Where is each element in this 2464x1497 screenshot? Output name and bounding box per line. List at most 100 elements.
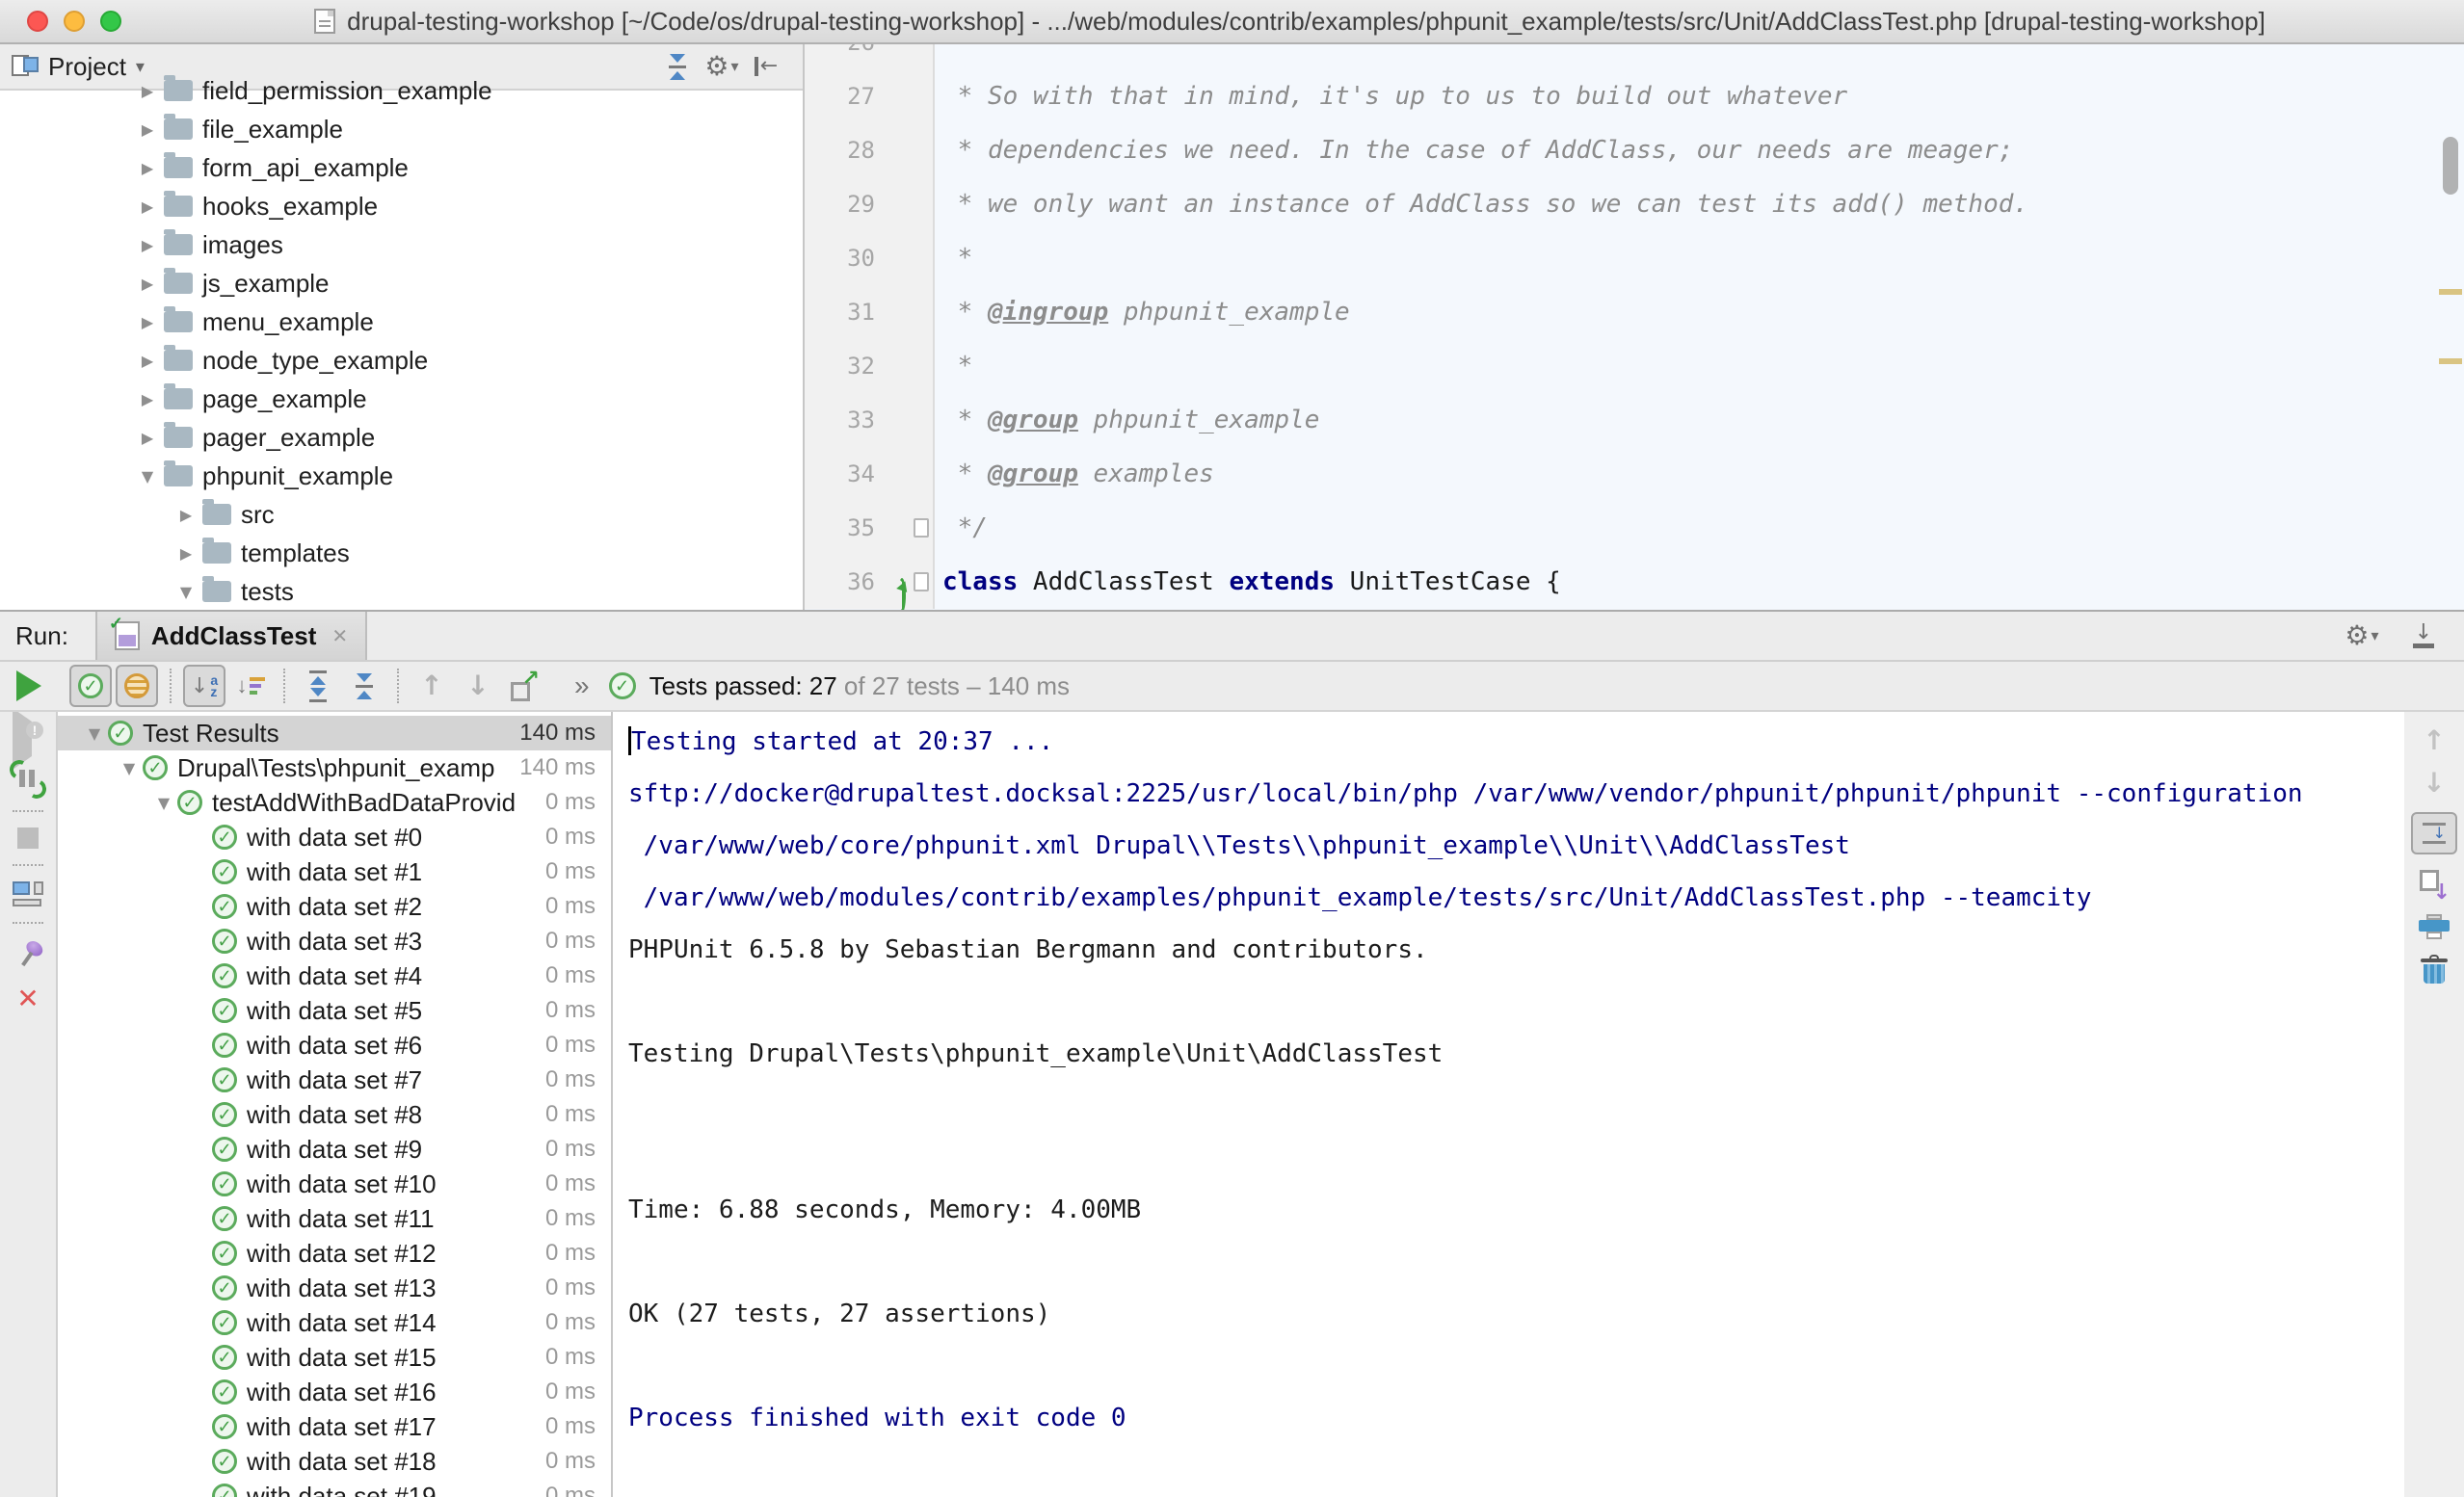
chevron-right-icon[interactable]: ▶ xyxy=(135,390,160,408)
minimize-window-button[interactable] xyxy=(64,11,85,32)
chevron-right-icon[interactable]: ▶ xyxy=(135,197,160,216)
test-tree-row[interactable]: ✓with data set #140 ms xyxy=(58,1305,611,1340)
editor-line[interactable]: 34 * @group examples xyxy=(805,447,2464,501)
test-tree-row[interactable]: ✓with data set #30 ms xyxy=(58,924,611,959)
previous-occurrence-icon[interactable]: ↑ xyxy=(411,665,453,707)
show-passed-toggle[interactable]: ✓ xyxy=(69,665,112,707)
chevron-right-icon[interactable]: ▶ xyxy=(135,352,160,370)
up-the-stack-trace-icon[interactable]: ↑ xyxy=(2423,727,2445,754)
chevron-right-icon[interactable]: ▶ xyxy=(173,544,199,563)
editor-scrollbar-thumb[interactable] xyxy=(2443,137,2458,195)
project-tree-item[interactable]: ▶node_type_example xyxy=(0,341,803,380)
test-tree-row[interactable]: ✓with data set #110 ms xyxy=(58,1201,611,1236)
project-tree-item[interactable]: ▶js_example xyxy=(0,264,803,302)
project-tree-item[interactable]: ▶page_example xyxy=(0,380,803,418)
test-tree-row[interactable]: ✓with data set #40 ms xyxy=(58,959,611,993)
restore-layout-icon[interactable] xyxy=(13,881,43,906)
show-ignored-toggle[interactable] xyxy=(116,665,158,707)
editor-line[interactable]: 27 * So with that in mind, it's up to us… xyxy=(805,69,2464,123)
test-tree-row[interactable]: ✓with data set #190 ms xyxy=(58,1479,611,1497)
export-test-results-icon[interactable]: ↗ xyxy=(503,665,545,707)
project-tree-item[interactable]: ▶form_api_example xyxy=(0,148,803,187)
test-tree-row[interactable]: ✓with data set #10 ms xyxy=(58,854,611,889)
test-tree-row[interactable]: ✓with data set #130 ms xyxy=(58,1271,611,1305)
chevron-right-icon[interactable]: ▶ xyxy=(135,159,160,177)
project-tree-item[interactable]: ▶src xyxy=(0,495,803,534)
stop-icon[interactable] xyxy=(17,827,39,849)
sort-alphabetically-toggle[interactable]: ↓ az xyxy=(183,665,225,707)
project-tree-item[interactable]: ▶hooks_example xyxy=(0,187,803,225)
down-the-stack-trace-icon[interactable]: ↓ xyxy=(2423,770,2445,797)
test-tree-row[interactable]: ▼✓Test Results140 ms xyxy=(58,716,611,750)
close-tab-icon[interactable]: ✕ xyxy=(331,624,348,647)
rerun-failed-tests-icon[interactable]: ! xyxy=(13,722,43,748)
project-tree-item[interactable]: ▶field_permission_example xyxy=(0,71,803,110)
zoom-window-button[interactable] xyxy=(100,11,121,32)
test-tree-row[interactable]: ▼✓Drupal\Tests\phpunit_examp140 ms xyxy=(58,750,611,785)
toggle-auto-test-icon[interactable] xyxy=(12,764,44,795)
code-editor[interactable]: 2627 * So with that in mind, it's up to … xyxy=(805,44,2464,610)
chevron-right-icon[interactable]: ▶ xyxy=(135,82,160,100)
fold-marker-icon[interactable] xyxy=(914,518,929,538)
test-tree-row[interactable]: ✓with data set #100 ms xyxy=(58,1167,611,1201)
error-stripe-mark[interactable] xyxy=(2439,289,2462,295)
test-tree-row[interactable]: ✓with data set #160 ms xyxy=(58,1375,611,1409)
scroll-to-end-icon[interactable]: ↓ xyxy=(2420,870,2449,899)
test-tree-row[interactable]: ✓with data set #50 ms xyxy=(58,993,611,1028)
rerun-tests-icon[interactable] xyxy=(16,670,41,701)
test-tree-row[interactable]: ✓with data set #00 ms xyxy=(58,820,611,854)
settings-gear-icon[interactable]: ⚙▾ xyxy=(2345,618,2379,653)
editor-line[interactable]: 32 * xyxy=(805,339,2464,393)
chevron-right-icon[interactable]: ▶ xyxy=(135,313,160,331)
editor-line[interactable]: 26 xyxy=(805,44,2464,69)
run-test-gutter-icon[interactable] xyxy=(883,568,906,591)
editor-line[interactable]: 31 * @ingroup phpunit_example xyxy=(805,285,2464,339)
print-icon[interactable] xyxy=(2419,914,2450,939)
chevron-right-icon[interactable]: ▶ xyxy=(135,429,160,447)
editor-line[interactable]: 33 * @group phpunit_example xyxy=(805,393,2464,447)
test-tree-row[interactable]: ✓with data set #170 ms xyxy=(58,1409,611,1444)
project-tree-item[interactable]: ▶templates xyxy=(0,534,803,572)
project-tree-item[interactable]: ▶menu_example xyxy=(0,302,803,341)
close-icon[interactable]: ✕ xyxy=(16,985,39,1012)
sort-by-duration-icon[interactable]: ↓ xyxy=(229,665,272,707)
test-tree-row[interactable]: ▼✓testAddWithBadDataProvid0 ms xyxy=(58,785,611,820)
chevron-down-icon[interactable]: ▼ xyxy=(81,724,108,743)
close-window-button[interactable] xyxy=(27,11,48,32)
project-tree-item[interactable]: ▼tests xyxy=(0,572,803,610)
chevron-right-icon[interactable]: ▶ xyxy=(135,275,160,293)
chevron-down-icon[interactable]: ▼ xyxy=(150,794,177,812)
test-tree-row[interactable]: ✓with data set #180 ms xyxy=(58,1444,611,1479)
chevron-right-icon[interactable]: ▶ xyxy=(135,120,160,139)
test-tree-row[interactable]: ✓with data set #150 ms xyxy=(58,1340,611,1375)
chevron-down-icon[interactable]: ▼ xyxy=(116,759,143,777)
soft-wrap-toggle[interactable]: ↓ xyxy=(2411,812,2457,854)
editor-line[interactable]: 30 * xyxy=(805,231,2464,285)
editor-line[interactable]: 29 * we only want an instance of AddClas… xyxy=(805,177,2464,231)
project-tree-item[interactable]: ▶pager_example xyxy=(0,418,803,457)
chevron-down-icon[interactable]: ▼ xyxy=(173,583,199,601)
error-stripe-mark[interactable] xyxy=(2439,358,2462,364)
project-tree-item[interactable]: ▼phpunit_example xyxy=(0,457,803,495)
editor-line[interactable]: 36class AddClassTest extends UnitTestCas… xyxy=(805,555,2464,609)
test-tree-row[interactable]: ✓with data set #90 ms xyxy=(58,1132,611,1167)
fold-marker-icon[interactable] xyxy=(914,572,929,591)
chevron-right-icon[interactable]: ▶ xyxy=(135,236,160,254)
test-tree-row[interactable]: ✓with data set #80 ms xyxy=(58,1097,611,1132)
run-tab-addclasstest[interactable]: ✓ AddClassTest ✕ xyxy=(95,612,367,660)
project-tree-item[interactable]: ▶file_example xyxy=(0,110,803,148)
test-tree-row[interactable]: ✓with data set #120 ms xyxy=(58,1236,611,1271)
test-tree-row[interactable]: ✓with data set #20 ms xyxy=(58,889,611,924)
collapse-all-icon[interactable] xyxy=(343,665,385,707)
chevrons-icon[interactable]: » xyxy=(574,670,590,701)
next-occurrence-icon[interactable]: ↓ xyxy=(457,665,499,707)
console-output[interactable]: Testing started at 20:37 ...sftp://docke… xyxy=(613,712,2404,1497)
project-tree-item[interactable]: ▶images xyxy=(0,225,803,264)
test-tree-row[interactable]: ✓with data set #60 ms xyxy=(58,1028,611,1063)
clear-console-icon[interactable] xyxy=(2421,955,2448,984)
editor-line[interactable]: 28 * dependencies we need. In the case o… xyxy=(805,123,2464,177)
chevron-down-icon[interactable]: ▼ xyxy=(135,467,160,486)
test-tree-row[interactable]: ✓with data set #70 ms xyxy=(58,1063,611,1097)
chevron-right-icon[interactable]: ▶ xyxy=(173,506,199,524)
hide-run-panel-icon[interactable]: ↓ xyxy=(2406,618,2441,653)
